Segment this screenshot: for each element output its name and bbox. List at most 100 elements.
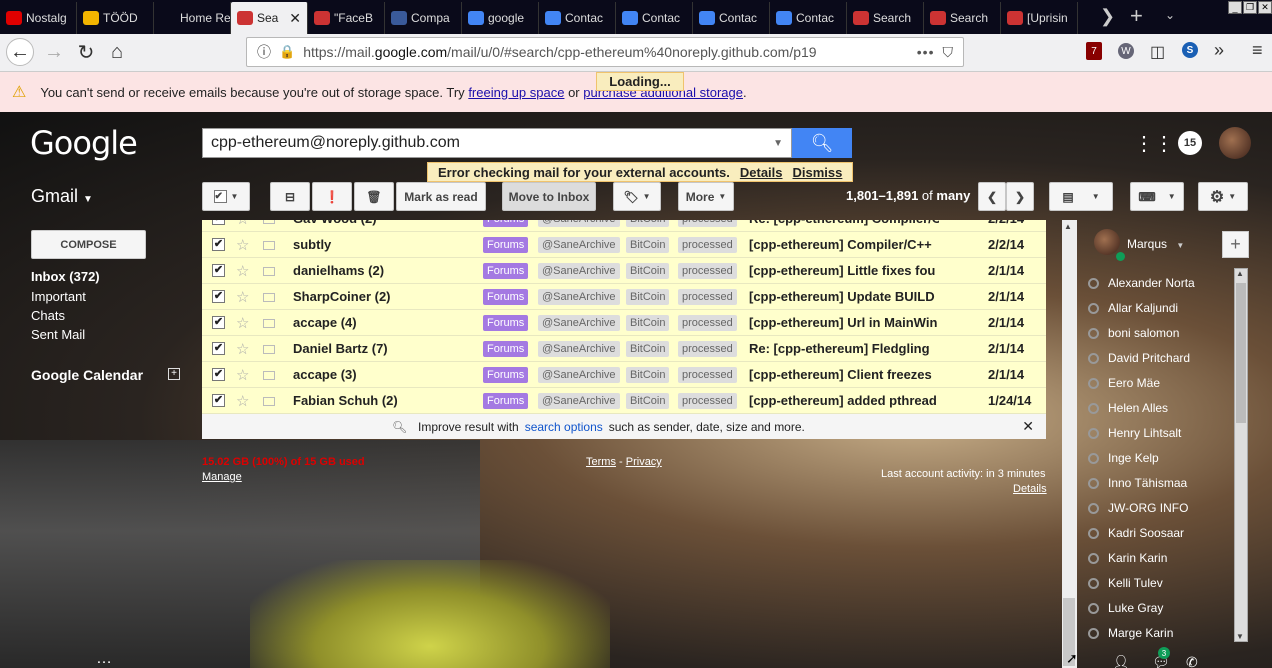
label-forums[interactable]: Forums: [483, 367, 529, 383]
notifications-badge[interactable]: 15: [1178, 131, 1202, 155]
forward-icon[interactable]: →: [40, 38, 68, 66]
chat-contact[interactable]: David Pritchard: [1088, 351, 1190, 365]
tab-0[interactable]: Nostalg: [0, 2, 77, 34]
more-dots-icon[interactable]: …: [96, 650, 112, 668]
person-icon[interactable]: 👤︎: [1112, 654, 1130, 668]
wordpress-extension-icon[interactable]: W: [1118, 43, 1134, 59]
table-row[interactable]: ✔ ☆ Fabian Schuh (2) Forums @SaneArchive BitC…: [202, 388, 1046, 414]
google-logo[interactable]: Google: [30, 124, 138, 162]
sidebar-item-important[interactable]: Important: [31, 289, 86, 304]
chat-contact[interactable]: Allar Kaljundi: [1088, 301, 1178, 315]
close-icon[interactable]: ✕: [1022, 418, 1034, 435]
label-bitcoin[interactable]: BitCoin: [626, 341, 670, 357]
new-tab-icon[interactable]: +: [1130, 3, 1143, 29]
row-checkbox[interactable]: ✔: [212, 394, 225, 407]
label-forums[interactable]: Forums: [483, 220, 529, 227]
row-checkbox[interactable]: ✔: [212, 316, 225, 329]
label-bitcoin[interactable]: BitCoin: [626, 289, 670, 305]
account-avatar[interactable]: [1219, 127, 1251, 159]
overflow-menu-icon[interactable]: »: [1214, 40, 1224, 61]
tab-scroll-right-icon[interactable]: ❯: [1100, 6, 1115, 27]
label-bitcoin[interactable]: BitCoin: [626, 263, 670, 279]
chat-contact[interactable]: Eero Mäe: [1088, 376, 1160, 390]
table-row[interactable]: ✔ ☆ accape (3) Forums @SaneArchive BitCoin pro…: [202, 362, 1046, 388]
label-processed[interactable]: processed: [678, 237, 737, 253]
label-forums[interactable]: Forums: [483, 341, 529, 357]
label-bitcoin[interactable]: BitCoin: [626, 367, 670, 383]
chat-contact[interactable]: Alexander Norta: [1088, 276, 1195, 290]
scroll-down-icon[interactable]: ▼: [1236, 632, 1244, 641]
tab-8[interactable]: Contac: [616, 2, 693, 34]
close-window-icon[interactable]: ✕: [1258, 1, 1272, 14]
sidebar-item-chats[interactable]: Chats: [31, 308, 65, 323]
skype-icon[interactable]: S: [1182, 42, 1198, 58]
label-processed[interactable]: processed: [678, 367, 737, 383]
importance-marker-icon[interactable]: [263, 319, 275, 328]
label-sanearchive[interactable]: @SaneArchive: [538, 341, 620, 357]
sidebar-item-sent-mail[interactable]: Sent Mail: [31, 327, 85, 342]
input-tools-button[interactable]: ⌨ ▼: [1130, 182, 1184, 211]
row-checkbox[interactable]: ✔: [212, 220, 225, 225]
sidebar-item-calendar[interactable]: Google Calendar: [31, 367, 143, 383]
label-bitcoin[interactable]: BitCoin: [626, 220, 670, 227]
label-sanearchive[interactable]: @SaneArchive: [538, 315, 620, 331]
star-icon[interactable]: ☆: [236, 314, 249, 332]
main-scrollbar[interactable]: ▲: [1062, 220, 1077, 668]
chat-contact[interactable]: Kadri Soosaar: [1088, 526, 1184, 540]
tab-1[interactable]: TÖÖD: [77, 2, 154, 34]
label-sanearchive[interactable]: @SaneArchive: [538, 367, 620, 383]
hamburger-menu-icon[interactable]: ≡: [1252, 40, 1263, 61]
home-icon[interactable]: ⌂: [103, 38, 131, 66]
chat-contact[interactable]: JW-ORG INFO: [1088, 501, 1188, 515]
chat-scrollbar[interactable]: ▲ ▼: [1234, 268, 1248, 642]
labels-button[interactable]: 🏷︎ ▼: [613, 182, 661, 211]
site-info-icon[interactable]: ⓘ: [257, 42, 271, 62]
label-sanearchive[interactable]: @SaneArchive: [538, 237, 620, 253]
row-checkbox[interactable]: ✔: [212, 238, 225, 251]
reader-view-icon[interactable]: ◫: [1150, 42, 1165, 62]
label-forums[interactable]: Forums: [483, 263, 529, 279]
label-forums[interactable]: Forums: [483, 237, 529, 253]
chat-scroll-thumb[interactable]: [1236, 283, 1246, 423]
freeing-up-space-link[interactable]: freeing up space: [468, 85, 564, 100]
tab-6[interactable]: google: [462, 2, 539, 34]
chat-contact[interactable]: boni salomon: [1088, 326, 1179, 340]
label-sanearchive[interactable]: @SaneArchive: [538, 393, 620, 409]
select-all-checkbox[interactable]: ✔ ▼: [202, 182, 250, 211]
chat-contact[interactable]: Henry Lihtsalt: [1088, 426, 1181, 440]
tab-5[interactable]: Compa: [385, 2, 462, 34]
importance-marker-icon[interactable]: [263, 267, 275, 276]
error-dismiss-link[interactable]: Dismiss: [793, 165, 843, 180]
table-row[interactable]: ✔ ☆ accape (4) Forums @SaneArchive BitCoin pro…: [202, 310, 1046, 336]
importance-marker-icon[interactable]: [263, 293, 275, 302]
search-input[interactable]: cpp-ethereum@noreply.github.com ▼: [202, 128, 792, 158]
chat-contact[interactable]: Luke Gray: [1088, 601, 1163, 615]
row-checkbox[interactable]: ✔: [212, 342, 225, 355]
importance-marker-icon[interactable]: [263, 345, 275, 354]
star-icon[interactable]: ☆: [236, 340, 249, 358]
ublock-icon[interactable]: 7: [1086, 42, 1102, 60]
maximize-window-icon[interactable]: ❐: [1243, 1, 1257, 14]
star-icon[interactable]: ☆: [236, 262, 249, 280]
chat-contact[interactable]: Helen Alles: [1088, 401, 1168, 415]
chat-contact[interactable]: Inno Tähismaa: [1088, 476, 1187, 490]
search-button[interactable]: 🔍︎: [792, 128, 852, 158]
scroll-up-icon[interactable]: ▲: [1064, 222, 1072, 231]
report-spam-button[interactable]: ❗: [312, 182, 352, 211]
chat-contact[interactable]: Kelli Tulev: [1088, 576, 1163, 590]
label-processed[interactable]: processed: [678, 341, 737, 357]
importance-marker-icon[interactable]: [263, 241, 275, 250]
importance-marker-icon[interactable]: [263, 397, 275, 406]
tab-11[interactable]: Search: [847, 2, 924, 34]
privacy-link[interactable]: Privacy: [626, 456, 662, 468]
tab-7[interactable]: Contac: [539, 2, 616, 34]
label-processed[interactable]: processed: [678, 393, 737, 409]
tab-list-icon[interactable]: ⌄: [1165, 8, 1175, 22]
apps-grid-icon[interactable]: ⋮⋮: [1134, 133, 1174, 155]
scroll-up-icon[interactable]: ▲: [1236, 269, 1244, 278]
close-tab-icon[interactable]: ✕: [289, 10, 301, 27]
tab-2[interactable]: Home Realm: [154, 2, 231, 34]
label-sanearchive[interactable]: @SaneArchive: [538, 289, 620, 305]
star-icon[interactable]: ☆: [236, 288, 249, 306]
mark-as-read-button[interactable]: Mark as read: [396, 182, 486, 211]
